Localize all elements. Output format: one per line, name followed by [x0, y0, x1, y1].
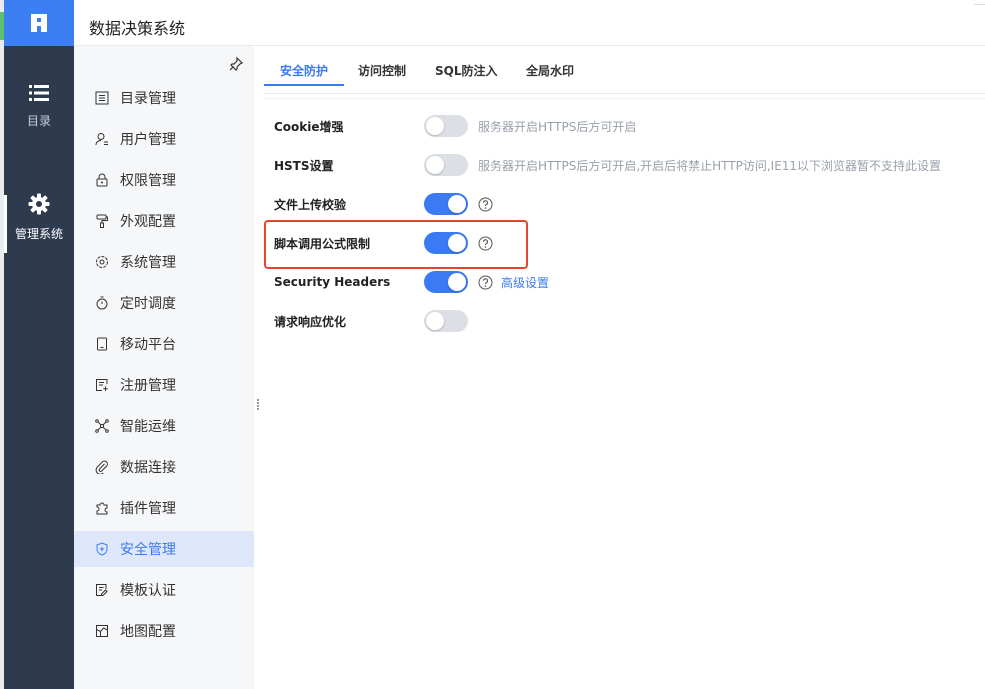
- setting-label: 请求响应优化: [274, 314, 347, 329]
- sidebar-item-system[interactable]: 系统管理: [74, 244, 254, 280]
- cookie-toggle[interactable]: [424, 115, 468, 137]
- setting-label: HSTS设置: [274, 158, 334, 173]
- setting-label: 脚本调用公式限制: [274, 236, 371, 251]
- sidebar-item-label: 系统管理: [120, 255, 176, 271]
- left-rail: 目录 管理系统: [0, 0, 74, 689]
- tab-access-control[interactable]: 访问控制: [358, 62, 406, 79]
- setting-label: 文件上传校验: [274, 197, 347, 212]
- sidebar-item-label: 模板认证: [120, 583, 176, 599]
- sidebar-item-mobile[interactable]: 移动平台: [74, 326, 254, 362]
- stopwatch-icon: [94, 295, 110, 311]
- template-icon: [94, 582, 110, 598]
- sidebar-item-security[interactable]: 安全管理: [74, 531, 254, 567]
- setting-label: Security Headers: [274, 275, 391, 289]
- sidebar-item-catalog[interactable]: 目录管理: [74, 80, 254, 116]
- setting-cookie: Cookie增强 服务器开启HTTPS后方可开启: [274, 114, 636, 138]
- tab-security-protection[interactable]: 安全防护: [280, 62, 328, 79]
- rail-item-label: 管理系统: [14, 227, 63, 241]
- rail-item-management[interactable]: 管理系统: [4, 193, 74, 253]
- setting-script-formula: 脚本调用公式限制: [274, 231, 493, 255]
- tab-underline: [264, 84, 344, 86]
- sidebar-item-permissions[interactable]: 权限管理: [74, 162, 254, 198]
- mobile-icon: [94, 336, 110, 352]
- advanced-settings-link[interactable]: 高级设置: [501, 274, 549, 291]
- sidebar-item-label: 外观配置: [120, 214, 176, 230]
- register-icon: [94, 377, 110, 393]
- settings-icon: [94, 254, 110, 270]
- logo-icon: [31, 14, 47, 32]
- resize-handle[interactable]: [256, 398, 260, 412]
- setting-label: Cookie增强: [274, 119, 344, 134]
- tab-global-watermark[interactable]: 全局水印: [526, 62, 574, 79]
- sidebar-item-label: 插件管理: [120, 501, 176, 517]
- security-headers-toggle[interactable]: [424, 271, 468, 293]
- tab-bar: 安全防护 访问控制 SQL防注入 全局水印: [264, 46, 985, 94]
- setting-hint: 服务器开启HTTPS后方可开启,开启后将禁止HTTP访问,IE11以下浏览器暂不…: [478, 158, 942, 173]
- sidebar-item-map[interactable]: 地图配置: [74, 613, 254, 649]
- paint-roller-icon: [94, 213, 110, 229]
- setting-security-headers: Security Headers 高级设置: [274, 270, 549, 294]
- pin-icon[interactable]: [228, 56, 244, 72]
- map-icon: [94, 623, 110, 639]
- response-optimization-toggle[interactable]: [424, 310, 468, 332]
- setting-file-upload: 文件上传校验: [274, 192, 493, 216]
- setting-hsts: HSTS设置 服务器开启HTTPS后方可开启,开启后将禁止HTTP访问,IE11…: [274, 153, 941, 177]
- sidebar-item-appearance[interactable]: 外观配置: [74, 203, 254, 239]
- sidebar-item-label: 权限管理: [120, 173, 176, 189]
- list-icon: [29, 85, 49, 101]
- sidebar-item-label: 智能运维: [120, 419, 176, 435]
- sidebar-item-label: 目录管理: [120, 91, 176, 107]
- sidebar-item-label: 地图配置: [120, 624, 176, 640]
- divider: [974, 4, 985, 5]
- setting-hint: 服务器开启HTTPS后方可开启: [478, 119, 637, 134]
- logo[interactable]: [4, 0, 74, 46]
- sidebar: 目录管理 用户管理 权限管理 外观配置 系统管理 定时调度 移动平台 注册管理: [74, 46, 254, 689]
- rail-item-catalog[interactable]: 目录: [4, 84, 74, 129]
- sidebar-item-scheduling[interactable]: 定时调度: [74, 285, 254, 321]
- rail-item-label: 目录: [26, 114, 51, 128]
- setting-response-optimization: 请求响应优化: [274, 309, 468, 333]
- sidebar-item-label: 用户管理: [120, 132, 176, 148]
- user-icon: [94, 131, 110, 147]
- puzzle-icon: [94, 500, 110, 516]
- network-icon: [94, 418, 110, 434]
- main-panel: 安全防护 访问控制 SQL防注入 全局水印 Cookie增强 服务器开启HTTP…: [264, 46, 985, 689]
- sidebar-item-template-auth[interactable]: 模板认证: [74, 572, 254, 608]
- sidebar-item-label: 定时调度: [120, 296, 176, 312]
- sidebar-item-users[interactable]: 用户管理: [74, 121, 254, 157]
- hsts-toggle[interactable]: [424, 154, 468, 176]
- sidebar-item-plugins[interactable]: 插件管理: [74, 490, 254, 526]
- gear-icon: [28, 193, 50, 215]
- lock-icon: [94, 172, 110, 188]
- sidebar-item-label: 数据连接: [120, 460, 176, 476]
- sidebar-item-label: 安全管理: [120, 542, 176, 558]
- sidebar-item-ops[interactable]: 智能运维: [74, 408, 254, 444]
- catalog-icon: [94, 90, 110, 106]
- settings-list: Cookie增强 服务器开启HTTPS后方可开启 HSTS设置 服务器开启HTT…: [264, 98, 985, 689]
- help-icon[interactable]: [478, 197, 493, 212]
- shield-icon: [94, 541, 110, 557]
- help-icon[interactable]: [478, 275, 493, 290]
- sidebar-item-label: 移动平台: [120, 337, 176, 353]
- header: 数据决策系统: [74, 0, 985, 46]
- sidebar-item-registration[interactable]: 注册管理: [74, 367, 254, 403]
- help-icon[interactable]: [478, 236, 493, 251]
- sidebar-item-label: 注册管理: [120, 378, 176, 394]
- script-formula-toggle[interactable]: [424, 232, 468, 254]
- tab-sql-injection[interactable]: SQL防注入: [435, 62, 498, 79]
- paperclip-icon: [94, 459, 110, 475]
- sidebar-item-data-connection[interactable]: 数据连接: [74, 449, 254, 485]
- app-window: 目录 管理系统 数据决策系统 目录管理 用户管理 权限管理 外观配置 系统管理 …: [0, 0, 985, 689]
- app-title: 数据决策系统: [89, 19, 186, 38]
- file-upload-toggle[interactable]: [424, 193, 468, 215]
